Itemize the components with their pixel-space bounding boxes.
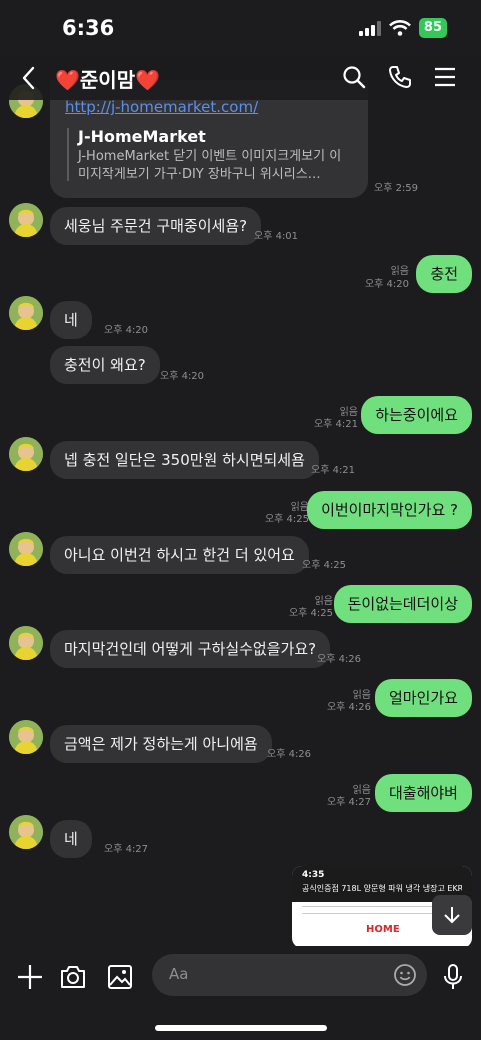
avatar[interactable] xyxy=(9,815,43,849)
message-time: 오후 4:25 xyxy=(302,560,347,571)
battery-indicator: 85 xyxy=(418,18,447,38)
camera-icon[interactable] xyxy=(58,962,88,992)
avatar[interactable] xyxy=(9,203,43,237)
avatar[interactable] xyxy=(9,626,43,660)
phone-icon[interactable] xyxy=(387,64,413,90)
avatar[interactable] xyxy=(9,720,43,754)
message-time: 오후 4:20 xyxy=(160,371,205,382)
message-input-placeholder: Aa xyxy=(169,965,189,983)
back-icon[interactable] xyxy=(18,64,42,92)
status-icons: 85 xyxy=(358,18,447,38)
read-receipt: 읽음 xyxy=(390,266,409,277)
thumbnail-headline: 공식인증점 718L 양문형 파워 냉각 냉장고 EKR72... xyxy=(302,884,462,893)
message-time: 오후 4:25 xyxy=(288,608,333,619)
thumbnail-nav xyxy=(302,906,452,914)
link-quote-bar xyxy=(67,128,69,181)
message-composer: Aa xyxy=(0,946,481,1040)
message-time: 오후 4:26 xyxy=(317,654,362,665)
thumbnail-time: 4:35 xyxy=(302,870,325,880)
message-time: 오후 4:01 xyxy=(254,231,299,242)
search-icon[interactable] xyxy=(341,64,367,90)
message-time: 오후 4:27 xyxy=(326,797,371,808)
arrow-down-icon xyxy=(444,907,460,924)
message-bubble[interactable]: 충전이 왜요? xyxy=(50,346,160,384)
message-bubble[interactable]: 충전 xyxy=(416,255,472,293)
message-bubble[interactable]: 대출해야벼 xyxy=(374,774,472,812)
link-title: J-HomeMarket xyxy=(78,127,206,146)
message-bubble[interactable]: 넵 충전 일단은 350만원 하시면되세욤 xyxy=(50,441,319,479)
avatar[interactable] xyxy=(9,437,43,471)
status-bar: 6:36 85 xyxy=(0,0,481,56)
message-bubble[interactable]: 이번이마지막인가요 ? xyxy=(307,491,472,529)
message-bubble[interactable]: 네 xyxy=(50,820,92,858)
avatar[interactable] xyxy=(9,532,43,566)
link-description: J-HomeMarket 닫기 이벤트 이미지크게보기 이미지작게보기 가구·D… xyxy=(78,149,342,182)
cellular-signal-icon xyxy=(358,20,381,36)
avatar[interactable] xyxy=(9,296,43,330)
message-time: 오후 4:26 xyxy=(326,702,371,713)
message-time: 오후 2:59 xyxy=(374,183,419,194)
home-indicator xyxy=(155,1025,327,1031)
message-bubble[interactable]: 아니요 이번건 하시고 한건 더 있어요 xyxy=(50,536,309,574)
message-time: 오후 4:26 xyxy=(267,749,312,760)
message-bubble[interactable]: 세웅님 주문건 구매중이세욤? xyxy=(50,207,262,245)
emoji-icon[interactable] xyxy=(393,963,417,987)
message-bubble[interactable]: 돈이없는데더이상 xyxy=(333,585,472,623)
message-time: 오후 4:20 xyxy=(104,325,149,336)
microphone-icon[interactable] xyxy=(438,962,468,992)
chat-header: ❤️준이맘❤️ xyxy=(0,56,481,100)
chat-title: ❤️준이맘❤️ xyxy=(55,68,161,92)
message-bubble[interactable]: 마지막건인데 어떻게 구하실수없을가요? xyxy=(50,630,331,668)
message-bubble[interactable]: 네 xyxy=(50,301,92,339)
message-time: 오후 4:21 xyxy=(311,465,356,476)
scroll-to-bottom-button[interactable] xyxy=(432,895,472,935)
message-input[interactable]: Aa xyxy=(152,954,427,996)
menu-icon[interactable] xyxy=(432,64,458,90)
status-time: 6:36 xyxy=(62,16,115,40)
plus-icon[interactable] xyxy=(15,962,45,992)
message-time: 오후 4:25 xyxy=(264,514,309,525)
link-url[interactable]: http://j-homemarket.com/ xyxy=(65,98,258,116)
message-bubble[interactable]: 하는중이에요 xyxy=(361,396,472,434)
thumbnail-brand: HOME xyxy=(366,924,400,935)
message-time: 오후 4:20 xyxy=(364,279,409,290)
wifi-icon xyxy=(388,20,411,36)
message-list[interactable]: http://j-homemarket.com/ J-HomeMarket J-… xyxy=(0,80,481,946)
image-icon[interactable] xyxy=(105,962,135,992)
message-bubble[interactable]: 얼마인가요 xyxy=(374,679,472,717)
message-time: 오후 4:27 xyxy=(104,844,149,855)
message-time: 오후 4:21 xyxy=(313,419,358,430)
message-bubble[interactable]: 금액은 제가 정하는게 아니에욤 xyxy=(50,725,272,763)
